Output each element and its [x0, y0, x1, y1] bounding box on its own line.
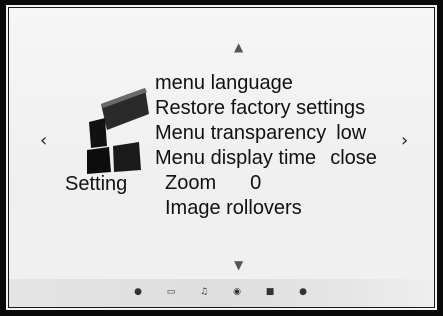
osd-menu-panel: ▲ ▼ ‹ › Setting menu language Restore fa… [8, 7, 435, 308]
lock-icon[interactable]: ■ [265, 287, 275, 297]
triangle-down-icon[interactable]: ▼ [234, 259, 243, 271]
menu-item-menu-display-time[interactable]: Menu display time close [155, 146, 377, 171]
chevron-right-icon[interactable]: › [401, 132, 408, 150]
menu-item-menu-language[interactable]: menu language [155, 71, 377, 96]
triangle-up-icon[interactable]: ▲ [234, 41, 243, 53]
setting-icon[interactable]: ● [298, 287, 308, 297]
bottom-category-bar: ● ▭ ♫ ◉ ■ ● [9, 279, 434, 307]
setting-category-label: Setting [65, 173, 128, 195]
tv-menu-frame: ▲ ▼ ‹ › Setting menu language Restore fa… [0, 0, 443, 316]
menu-item-label: Zoom [165, 172, 217, 194]
menu-item-label: menu language [155, 72, 293, 94]
menu-item-label: Menu display time [155, 147, 317, 169]
picture-icon[interactable]: ● [133, 287, 143, 297]
menu-item-menu-transparency[interactable]: Menu transparency low [155, 121, 377, 146]
tv-icon[interactable]: ▭ [166, 287, 176, 297]
clock-icon[interactable]: ◉ [232, 287, 242, 297]
menu-item-zoom[interactable]: Zoom 0 [165, 171, 377, 196]
menu-item-label: Menu transparency [155, 122, 327, 144]
menu-item-value: low [336, 122, 367, 144]
music-icon[interactable]: ♫ [199, 287, 209, 297]
menu-item-value: 0 [250, 172, 262, 194]
menu-item-image-rollovers[interactable]: Image rollovers [165, 196, 377, 221]
setting-blocks-icon [87, 88, 149, 174]
menu-item-label: Image rollovers [165, 197, 302, 219]
chevron-left-icon[interactable]: ‹ [40, 132, 47, 150]
menu-item-restore-factory-settings[interactable]: Restore factory settings [155, 96, 377, 121]
menu-item-label: Restore factory settings [155, 97, 366, 119]
menu-item-value: close [330, 147, 377, 169]
settings-menu-list: menu language Restore factory settings M… [155, 71, 377, 221]
